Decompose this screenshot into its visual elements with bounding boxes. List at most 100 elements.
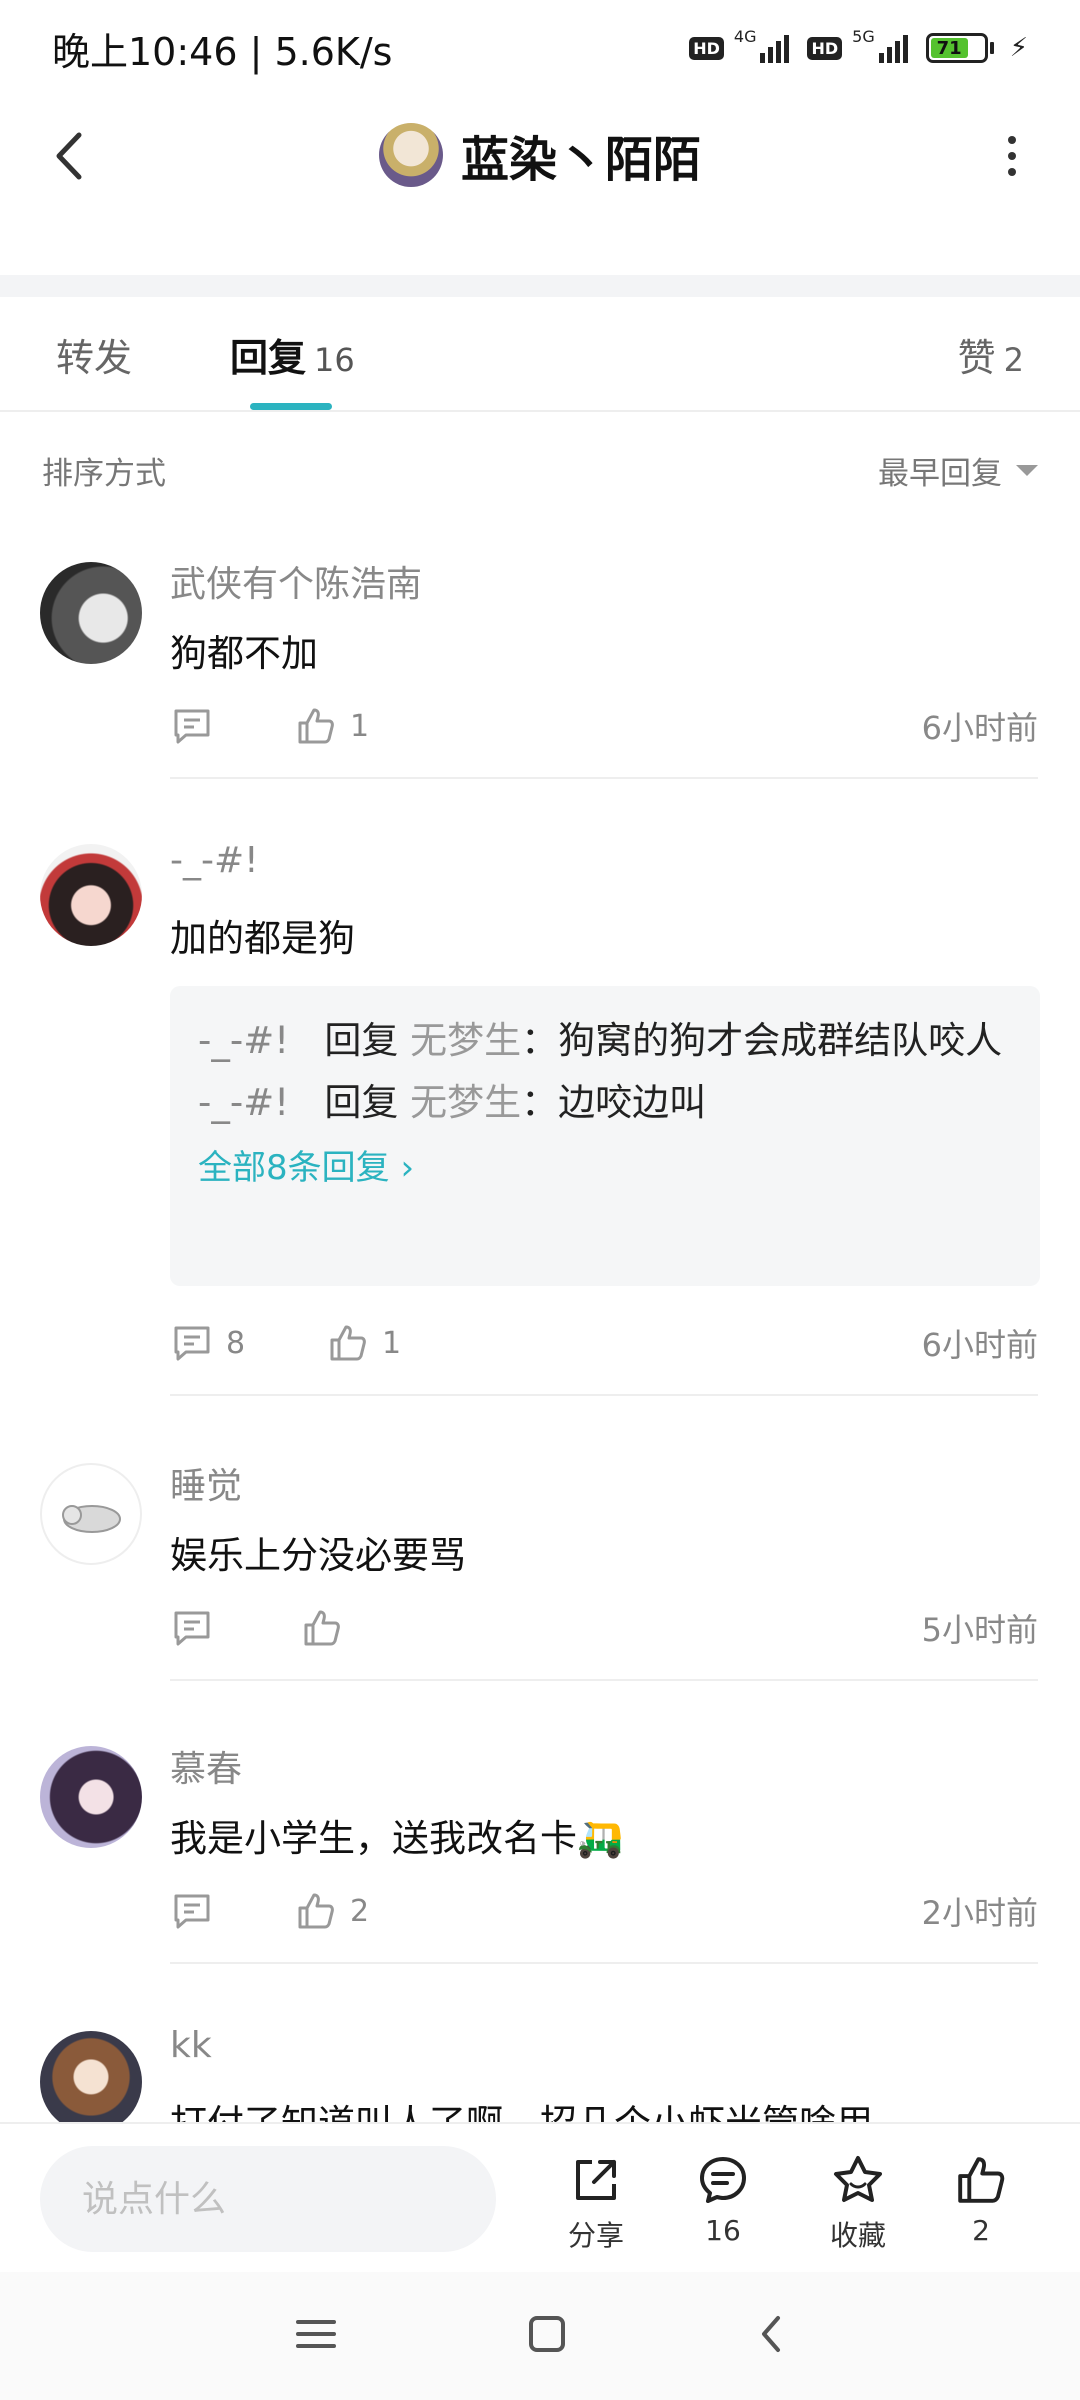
network-type-label: 4G — [733, 26, 757, 46]
star-icon — [834, 2156, 882, 2202]
comment-time: 2小时前 — [921, 1894, 1038, 1932]
comment-author[interactable]: -_-#! — [170, 840, 259, 881]
divider — [170, 777, 1038, 779]
title-area: 蓝染丶陌陌 — [0, 120, 1080, 190]
comment-author[interactable]: kk — [170, 2025, 212, 2066]
reply-button[interactable] — [172, 707, 296, 745]
page-title: 蓝染丶陌陌 — [460, 132, 701, 188]
like-post-button[interactable]: 2 — [926, 2154, 1036, 2247]
comment-actions: 2 2小时前 — [172, 1886, 1038, 1936]
like-button[interactable]: 1 — [296, 706, 369, 746]
tab-reply[interactable]: 回复 16 — [230, 327, 355, 382]
tab-repost-label: 转发 — [56, 336, 133, 380]
comments-button[interactable]: 16 — [668, 2154, 778, 2247]
back-triangle-icon — [761, 2316, 780, 2352]
thumbs-up-icon — [330, 1325, 366, 1361]
charging-icon: ⚡ — [1009, 33, 1028, 63]
comment-icon — [174, 1611, 210, 1646]
avatar[interactable] — [40, 844, 142, 946]
comment-text: 打付了知道叫人了啊，招几个小虾米管啥用 — [170, 2093, 1040, 2122]
like-count: 1 — [382, 1325, 402, 1361]
reply-preview: -_-#! 回复 无梦生：狗窝的狗才会成群结队咬人 — [198, 1010, 1012, 1072]
tab-like[interactable]: 赞2 — [958, 327, 1024, 382]
share-button[interactable]: 分享 — [541, 2154, 651, 2254]
home-nav-button[interactable] — [527, 2314, 567, 2358]
tab-reply-label: 回复 — [230, 336, 307, 380]
reply-preview: -_-#! 回复 无梦生：边咬边叫 — [198, 1072, 1012, 1134]
caret-down-icon — [1016, 464, 1038, 476]
like-button[interactable]: 2 — [296, 1891, 369, 1931]
battery-icon: 71 — [925, 33, 994, 63]
comment-item: kk 打付了知道叫人了啊，招几个小虾米管啥用 — [0, 2025, 1080, 2122]
more-dot — [1008, 168, 1016, 176]
share-icon — [576, 2160, 616, 2200]
hd-badge: HD — [689, 36, 724, 60]
reply-separator: ： — [521, 1081, 559, 1124]
tab-like-count: 2 — [1003, 341, 1024, 379]
thumbs-up-icon — [298, 708, 334, 744]
status-icons: HD 4G HD 5G 71 ⚡ — [689, 27, 1028, 63]
tab-like-label: 赞 — [957, 336, 996, 380]
tab-reply-count: 16 — [314, 341, 355, 379]
sort-dropdown[interactable]: 最早回复 — [878, 448, 1038, 493]
hd-badge: HD — [807, 36, 843, 60]
like-button[interactable] — [302, 1608, 356, 1648]
reply-button[interactable] — [172, 1892, 296, 1930]
comment-icon — [174, 1894, 210, 1929]
reply-target[interactable]: 无梦生 — [410, 1081, 521, 1124]
favorite-button[interactable]: 收藏 — [803, 2154, 913, 2254]
comment-author[interactable]: 武侠有个陈浩南 — [170, 555, 422, 607]
reply-author[interactable]: -_-#! — [198, 1081, 289, 1124]
reply-text: 边咬边叫 — [558, 1081, 707, 1124]
more-dot — [1008, 136, 1016, 144]
status-time: 晚上10:46 | 5.6K/s — [52, 29, 393, 74]
comment-text: 我是小学生，送我改名卡🛺 — [170, 1817, 624, 1860]
like-count: 1 — [350, 708, 370, 744]
author-avatar[interactable] — [378, 123, 443, 187]
comment-icon — [174, 709, 210, 744]
reply-text: 狗窝的狗才会成群结队咬人 — [558, 1019, 1003, 1062]
more-button[interactable] — [982, 126, 1042, 186]
menu-icon — [296, 2320, 337, 2348]
like-button[interactable]: 1 — [328, 1323, 401, 1363]
sort-row: 排序方式 最早回复 — [42, 440, 1038, 500]
reply-target[interactable]: 无梦生 — [410, 1019, 521, 1062]
reply-author[interactable]: -_-#! — [198, 1019, 289, 1062]
avatar[interactable] — [40, 2031, 142, 2122]
avatar[interactable] — [40, 1746, 142, 1848]
thumbs-up-icon — [304, 1610, 340, 1646]
reply-preview-box[interactable]: -_-#! 回复 无梦生：狗窝的狗才会成群结队咬人 -_-#! 回复 无梦生：边… — [170, 986, 1040, 1286]
comment-time: 6小时前 — [921, 1326, 1038, 1364]
view-all-replies-link[interactable]: 全部8条回复 › — [198, 1140, 414, 1189]
comment-author[interactable]: 慕春 — [170, 1740, 242, 1792]
divider — [170, 1679, 1038, 1681]
bottom-action-bar: 分享 16 收藏 2 — [0, 2122, 1080, 2272]
more-dot — [1008, 152, 1016, 160]
comment-input[interactable] — [40, 2146, 496, 2252]
thumbs-up-icon — [958, 2157, 1005, 2203]
sort-label: 排序方式 — [42, 455, 166, 492]
reply-separator: ： — [521, 1019, 559, 1062]
reply-button[interactable]: 8 — [172, 1324, 328, 1362]
avatar[interactable] — [40, 562, 142, 664]
comment-author[interactable]: 睡觉 — [170, 1457, 242, 1509]
reply-button[interactable] — [172, 1609, 302, 1647]
tab-repost[interactable]: 转发 — [56, 327, 132, 382]
divider — [170, 1962, 1038, 1964]
comment-icon — [174, 1326, 210, 1361]
tab-indicator — [250, 403, 332, 410]
sort-value: 最早回复 — [878, 455, 1002, 492]
avatar[interactable] — [40, 1463, 142, 1565]
favorite-label: 收藏 — [829, 2219, 886, 2252]
share-label: 分享 — [567, 2219, 624, 2252]
reply-count: 8 — [226, 1325, 246, 1361]
comment-actions: 1 6小时前 — [172, 701, 1038, 751]
sleeping-cat-image — [62, 1505, 121, 1533]
menu-nav-button[interactable] — [294, 2316, 338, 2356]
like-count: 2 — [350, 1893, 370, 1929]
header: 蓝染丶陌陌 — [0, 96, 1080, 216]
back-nav-button[interactable] — [756, 2314, 786, 2358]
comment-bubble-icon — [700, 2157, 746, 2203]
comment-text: 加的都是狗 — [170, 917, 355, 960]
comment-text: 娱乐上分没必要骂 — [170, 1534, 466, 1577]
